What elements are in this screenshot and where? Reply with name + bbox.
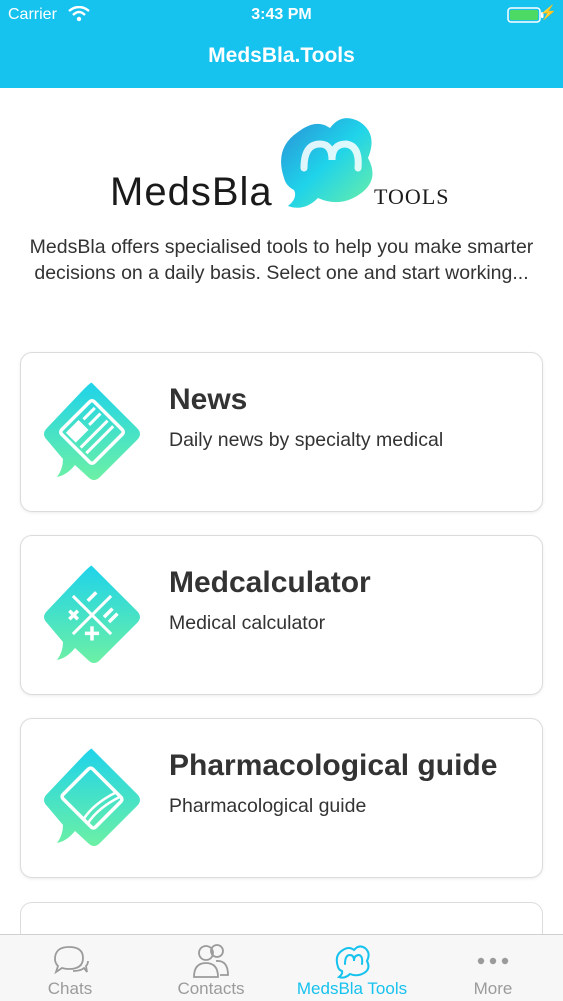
tool-card-pharmacological-guide[interactable]: Pharmacological guide Pharmacological gu… bbox=[20, 718, 543, 878]
newspaper-icon bbox=[44, 382, 140, 480]
navigation-bar: Carrier 3:43 PM ⚡ MedsBla.Tools bbox=[0, 0, 563, 88]
tab-medsbla-tools[interactable]: MedsBla Tools bbox=[282, 935, 422, 1001]
tool-title: Medcalculator bbox=[169, 566, 371, 599]
medsbla-tools-logo: MedsBla TOOLS bbox=[110, 108, 455, 220]
tab-more[interactable]: More bbox=[423, 935, 563, 1001]
tool-card-medcalculator[interactable]: Medcalculator Medical calculator bbox=[20, 535, 543, 695]
tab-label: Chats bbox=[47, 979, 93, 998]
tab-bar: Chats Contacts MedsBla Tools More bbox=[0, 934, 563, 1001]
medsbla-logo-icon bbox=[335, 945, 370, 979]
logo-brand-text: MedsBla bbox=[110, 170, 273, 214]
tool-subtitle: Daily news by specialty medical bbox=[169, 429, 444, 451]
contacts-icon bbox=[193, 944, 229, 978]
ellipsis-icon bbox=[477, 957, 509, 965]
book-icon bbox=[44, 748, 140, 846]
tab-contacts[interactable]: Contacts bbox=[141, 935, 281, 1001]
tool-title: News bbox=[169, 383, 248, 416]
tool-card-news[interactable]: News Daily news by specialty medical bbox=[20, 352, 543, 512]
chat-bubbles-icon bbox=[54, 946, 89, 975]
tab-label: Contacts bbox=[177, 979, 245, 998]
tab-label: More bbox=[473, 979, 513, 998]
tab-chats[interactable]: Chats bbox=[0, 935, 140, 1001]
status-time: 3:43 PM bbox=[251, 6, 312, 23]
tool-subtitle: Pharmacological guide bbox=[169, 795, 367, 817]
page-title: MedsBla.Tools bbox=[208, 44, 355, 67]
intro-text: MedsBla offers specialised tools to help… bbox=[29, 236, 534, 284]
tool-subtitle: Medical calculator bbox=[169, 612, 326, 634]
tool-title: Pharmacological guide bbox=[169, 749, 498, 782]
charging-icon: ⚡ bbox=[539, 4, 557, 20]
calculator-icon bbox=[44, 565, 140, 663]
tab-label: MedsBla Tools bbox=[296, 979, 408, 998]
medsbla-logo-icon bbox=[281, 118, 373, 208]
logo-suffix-text: TOOLS bbox=[374, 184, 450, 209]
